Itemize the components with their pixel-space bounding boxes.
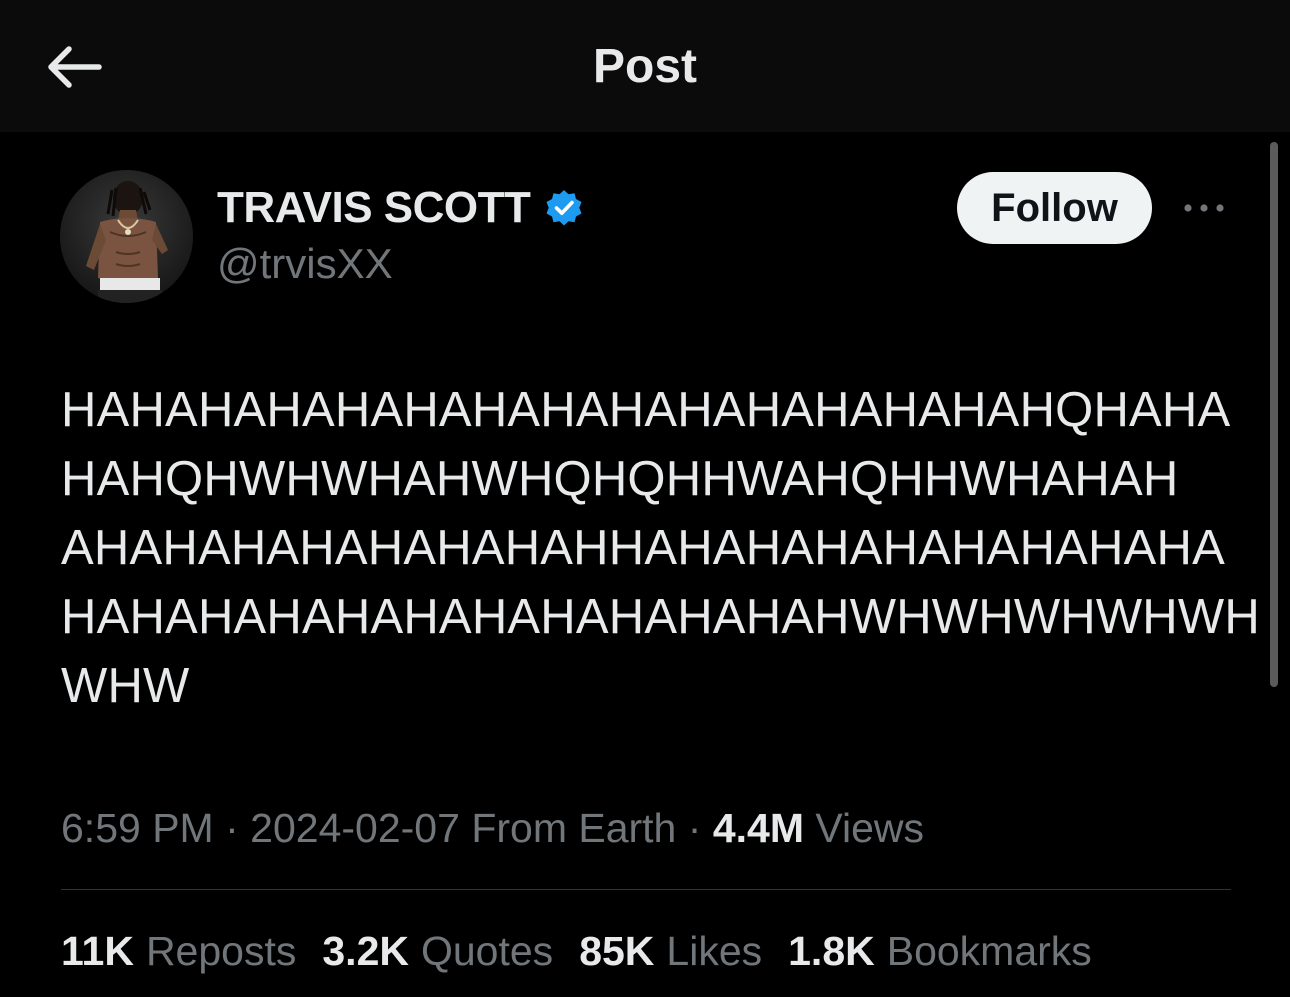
scrollbar[interactable] (1270, 142, 1278, 687)
more-options-button[interactable] (1176, 190, 1232, 226)
post-text-line: HAHAHAHAHAHAHAHAHAHAHAHWHWHWHWHWH (61, 590, 1260, 644)
post-date[interactable]: 2024-02-07 (250, 805, 460, 851)
bookmarks-count: 1.8K (788, 928, 875, 974)
post-text-line: HAHQHWHWHAHWHQHQHHWAHQHHWHAHAH (61, 452, 1179, 506)
post-text-line: WHW (61, 659, 190, 713)
arrow-left-icon (48, 46, 102, 88)
reposts-label: Reposts (145, 928, 297, 974)
avatar[interactable] (60, 170, 193, 303)
post-text-line: AHAHAHAHAHAHAHAHHAHAHAHAHAHAHAHAHA (61, 521, 1225, 575)
page-title: Post (592, 40, 697, 93)
likes-stat[interactable]: 85K Likes (579, 922, 762, 980)
likes-label: Likes (666, 928, 763, 974)
post-time[interactable]: 6:59 PM (61, 805, 214, 851)
engagement-stats: 11K Reposts 3.2K Quotes 85K Likes 1.8K Bookm… (61, 922, 1092, 980)
reposts-stat[interactable]: 11K Reposts (61, 922, 296, 980)
post-text-line: HAHAHAHAHAHAHAHAHAHAHAHAHAHAHQHAHA (61, 383, 1231, 437)
top-bar: Post (0, 0, 1290, 132)
quotes-stat[interactable]: 3.2K Quotes (322, 922, 553, 980)
likes-count: 85K (579, 928, 655, 974)
quotes-count: 3.2K (322, 928, 409, 974)
views-count[interactable]: 4.4M (713, 805, 804, 851)
meta-separator: · (687, 805, 702, 851)
post-location: From Earth (471, 805, 677, 851)
author-handle[interactable]: @trvisXX (217, 238, 393, 290)
divider (61, 889, 1231, 890)
back-button[interactable] (38, 36, 108, 98)
bookmarks-label: Bookmarks (886, 928, 1092, 974)
follow-button[interactable]: Follow (957, 172, 1152, 244)
avatar-photo (60, 170, 193, 303)
more-horizontal-icon (1184, 204, 1224, 212)
views-label[interactable]: Views (815, 805, 924, 851)
display-name[interactable]: TRAVIS SCOTT (217, 183, 531, 233)
post-meta: 6:59 PM · 2024-02-07 From Earth · 4.4M V… (61, 800, 924, 856)
verified-badge-icon (546, 190, 582, 226)
bookmarks-stat[interactable]: 1.8K Bookmarks (788, 922, 1092, 980)
meta-separator: · (225, 805, 239, 851)
reposts-count: 11K (61, 928, 134, 974)
author-name-row[interactable]: TRAVIS SCOTT (217, 182, 584, 234)
post-text: HAHAHAHAHAHAHAHAHAHAHAHAHAHAHQHAHA HAHQH… (61, 376, 1260, 721)
quotes-label: Quotes (420, 928, 554, 974)
